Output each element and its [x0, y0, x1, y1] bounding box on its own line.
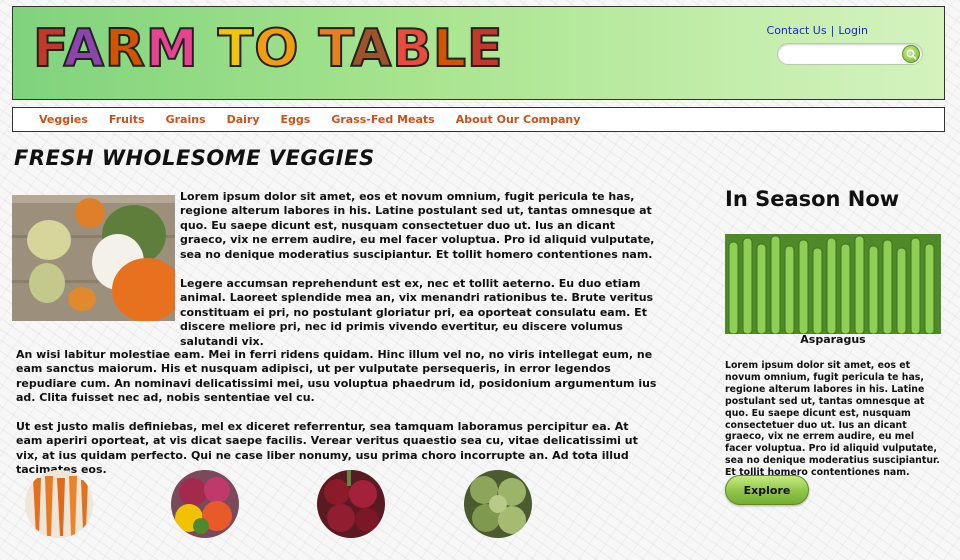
body-paragraph-4: Ut est justo malis definiebas, mel ex di…: [16, 420, 638, 477]
intro-paragraph-2: Legere accumsan reprehendunt est ex, nec…: [180, 277, 654, 348]
site-header: FARM TO TABLE Contact Us | Login: [12, 6, 945, 100]
nav-item-veggies[interactable]: Veggies: [39, 113, 88, 126]
nav-item-fruits[interactable]: Fruits: [109, 113, 145, 126]
main-nav: Veggies Fruits Grains Dairy Eggs Grass-F…: [12, 107, 945, 132]
site-logo[interactable]: FARM TO TABLE: [32, 18, 504, 80]
sidebar-title: In Season Now: [725, 187, 900, 211]
squash-image: [12, 195, 175, 321]
contact-us-link[interactable]: Contact Us: [767, 24, 827, 37]
nav-item-about[interactable]: About Our Company: [456, 113, 581, 126]
explore-button[interactable]: Explore: [725, 475, 809, 505]
nav-item-grass-fed-meats[interactable]: Grass-Fed Meats: [331, 113, 434, 126]
search-button[interactable]: [902, 45, 920, 63]
intro-paragraph-1: Lorem ipsum dolor sit amet, eos et novum…: [180, 190, 655, 261]
search-box: [777, 43, 923, 65]
top-links: Contact Us | Login: [767, 24, 868, 37]
nav-item-dairy[interactable]: Dairy: [227, 113, 260, 126]
sidebar-text: Lorem ipsum dolor sit amet, eos et novum…: [725, 360, 940, 479]
beets-thumbnail[interactable]: [317, 470, 385, 538]
search-icon: [906, 49, 917, 60]
nav-item-eggs[interactable]: Eggs: [281, 113, 311, 126]
artichokes-thumbnail[interactable]: [464, 470, 532, 538]
search-input[interactable]: [786, 46, 894, 62]
asparagus-caption: Asparagus: [800, 333, 866, 346]
page-title: FRESH WHOLESOME VEGGIES: [14, 146, 375, 170]
peppers-thumbnail[interactable]: [171, 470, 239, 538]
body-paragraph-3: An wisi labitur molestiae eam. Mei in fe…: [16, 348, 657, 405]
login-link[interactable]: Login: [838, 24, 868, 37]
asparagus-image: [725, 234, 941, 334]
link-separator: |: [830, 24, 835, 37]
nav-item-grains[interactable]: Grains: [166, 113, 206, 126]
carrots-thumbnail[interactable]: [25, 470, 93, 538]
